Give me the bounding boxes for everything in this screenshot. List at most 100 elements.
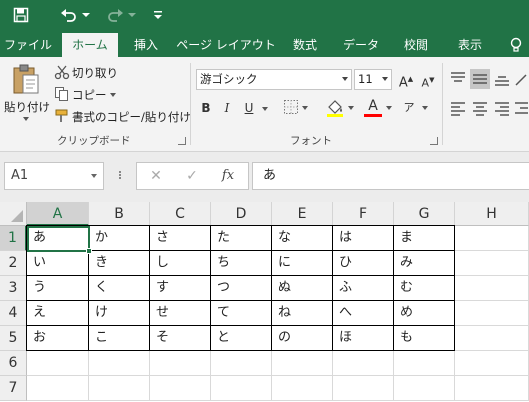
- cell-e3[interactable]: ぬ: [272, 276, 333, 301]
- underline-button[interactable]: U: [242, 99, 256, 117]
- cell-g6[interactable]: [394, 351, 455, 376]
- cell-d6[interactable]: [211, 351, 272, 376]
- tab-file[interactable]: ファイル: [0, 33, 56, 57]
- italic-button[interactable]: I: [220, 99, 234, 117]
- tell-me-lightbulb-icon[interactable]: [506, 34, 526, 56]
- cell-f6[interactable]: [333, 351, 394, 376]
- align-middle-button[interactable]: [470, 69, 490, 89]
- worksheet-grid[interactable]: ABCDEFGH 1あかさたなはま 2いきしちにひみ 3うくすつぬふむ 4えけせてねへめ…: [0, 202, 529, 402]
- cell-h1[interactable]: [455, 226, 529, 251]
- cell-g7[interactable]: [394, 376, 455, 401]
- cell-a4[interactable]: え: [26, 301, 89, 326]
- grow-font-icon[interactable]: A▲: [396, 70, 416, 92]
- cell-b5[interactable]: こ: [89, 326, 150, 351]
- cell-c5[interactable]: そ: [150, 326, 211, 351]
- align-top-button[interactable]: [448, 69, 468, 89]
- select-all-button[interactable]: [0, 202, 27, 226]
- font-launcher-icon[interactable]: [430, 137, 438, 145]
- tab-page-layout[interactable]: ページ レイアウト: [176, 33, 276, 57]
- column-header-g[interactable]: G: [394, 202, 455, 226]
- column-header-c[interactable]: C: [150, 202, 211, 226]
- column-header-d[interactable]: D: [211, 202, 272, 226]
- cell-a6[interactable]: [27, 351, 89, 376]
- underline-dropdown-icon[interactable]: [262, 107, 268, 111]
- clipboard-launcher-icon[interactable]: [178, 137, 186, 145]
- cancel-icon[interactable]: ✕: [143, 163, 169, 189]
- cell-e6[interactable]: [272, 351, 333, 376]
- cell-f4[interactable]: へ: [333, 301, 394, 326]
- cell-d4[interactable]: て: [211, 301, 272, 326]
- cell-e2[interactable]: に: [272, 251, 333, 276]
- cut-button[interactable]: 切り取り: [52, 63, 122, 81]
- cell-c4[interactable]: せ: [150, 301, 211, 326]
- cell-b1[interactable]: か: [89, 225, 150, 251]
- save-icon[interactable]: [10, 4, 32, 26]
- cell-g4[interactable]: め: [394, 301, 455, 326]
- cell-d3[interactable]: つ: [211, 276, 272, 301]
- row-header-6[interactable]: 6: [0, 351, 27, 376]
- decrease-indent-button[interactable]: [514, 99, 529, 119]
- cell-e7[interactable]: [272, 376, 333, 401]
- cell-e5[interactable]: の: [272, 326, 333, 351]
- align-center-button[interactable]: [470, 99, 490, 119]
- tab-review[interactable]: 校閲: [394, 33, 438, 57]
- column-header-a[interactable]: A: [27, 202, 89, 226]
- cell-e1[interactable]: な: [272, 225, 333, 251]
- phonetic-button[interactable]: ア: [400, 99, 430, 119]
- cell-g1[interactable]: ま: [394, 225, 455, 251]
- copy-button[interactable]: コピー: [52, 85, 118, 103]
- font-color-button[interactable]: A: [364, 98, 394, 119]
- paste-dropdown-icon[interactable]: [23, 117, 29, 121]
- cell-e4[interactable]: ね: [272, 301, 333, 326]
- cell-f5[interactable]: ほ: [333, 326, 394, 351]
- tab-insert[interactable]: 挿入: [124, 33, 168, 57]
- cell-d5[interactable]: と: [211, 326, 272, 351]
- align-right-button[interactable]: [492, 99, 512, 119]
- align-left-button[interactable]: [448, 99, 468, 119]
- align-bottom-button[interactable]: [492, 69, 512, 89]
- tab-formulas[interactable]: 数式: [284, 33, 326, 57]
- tab-view[interactable]: 表示: [448, 33, 492, 57]
- cell-c6[interactable]: [150, 351, 211, 376]
- cell-a3[interactable]: う: [26, 276, 89, 301]
- redo-dropdown-icon[interactable]: [126, 4, 138, 26]
- column-header-f[interactable]: F: [333, 202, 394, 226]
- row-header-5[interactable]: 5: [0, 326, 27, 351]
- bold-button[interactable]: B: [198, 99, 214, 117]
- cell-f2[interactable]: ひ: [333, 251, 394, 276]
- cell-b7[interactable]: [89, 376, 150, 401]
- cell-d1[interactable]: た: [211, 225, 272, 251]
- cell-c7[interactable]: [150, 376, 211, 401]
- cell-f7[interactable]: [333, 376, 394, 401]
- cell-c3[interactable]: す: [150, 276, 211, 301]
- shrink-font-icon[interactable]: A▼: [418, 71, 438, 93]
- cell-d7[interactable]: [211, 376, 272, 401]
- cell-h6[interactable]: [455, 351, 529, 376]
- cell-b4[interactable]: け: [89, 301, 150, 326]
- tab-data[interactable]: データ: [336, 33, 386, 57]
- cell-a7[interactable]: [27, 376, 89, 401]
- cell-h4[interactable]: [455, 301, 529, 326]
- cell-f1[interactable]: は: [333, 225, 394, 251]
- cell-g2[interactable]: み: [394, 251, 455, 276]
- fill-handle[interactable]: [86, 248, 92, 254]
- formula-input[interactable]: あ: [252, 162, 529, 190]
- redo-icon[interactable]: [104, 4, 126, 26]
- copy-dropdown-icon[interactable]: [110, 93, 116, 97]
- enter-icon[interactable]: ✓: [179, 163, 205, 189]
- name-box[interactable]: A1: [4, 162, 104, 190]
- cell-g5[interactable]: も: [394, 326, 455, 351]
- cell-a5[interactable]: お: [26, 326, 89, 351]
- column-header-e[interactable]: E: [272, 202, 333, 226]
- cell-a2[interactable]: い: [26, 251, 89, 276]
- row-header-3[interactable]: 3: [0, 276, 27, 301]
- column-header-h[interactable]: H: [455, 202, 529, 226]
- format-painter-button[interactable]: 書式のコピー/貼り付け: [52, 107, 191, 125]
- cell-h5[interactable]: [455, 326, 529, 351]
- orientation-button[interactable]: [514, 69, 529, 89]
- column-header-b[interactable]: B: [89, 202, 150, 226]
- paste-button[interactable]: 貼り付け: [4, 61, 50, 123]
- font-size-select[interactable]: 11: [354, 69, 392, 90]
- fill-color-button[interactable]: [326, 99, 356, 119]
- cell-b6[interactable]: [89, 351, 150, 376]
